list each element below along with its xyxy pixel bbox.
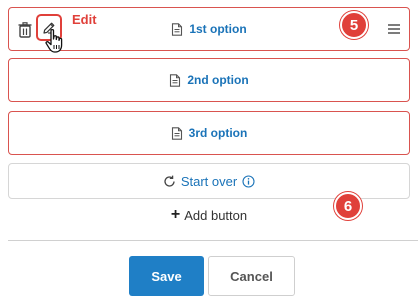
option-content: 3rd option — [9, 112, 409, 154]
option-row-3[interactable]: 3rd option — [8, 111, 410, 155]
step-badge-6: 6 — [334, 192, 362, 220]
document-icon — [170, 73, 181, 87]
document-icon — [172, 22, 183, 36]
option-label: 3rd option — [188, 126, 248, 140]
cancel-button[interactable]: Cancel — [208, 256, 295, 296]
option-label: 1st option — [189, 22, 247, 36]
info-icon[interactable] — [242, 174, 255, 188]
add-button-label: Add button — [184, 207, 248, 223]
document-icon — [171, 126, 182, 140]
plus-icon: + — [170, 206, 181, 223]
divider — [8, 240, 418, 241]
refresh-icon — [164, 175, 175, 187]
save-button[interactable]: Save — [129, 256, 204, 296]
drag-handle-icon[interactable] — [387, 23, 401, 35]
step-badge-5: 5 — [340, 11, 368, 39]
option-label: 2nd option — [187, 73, 249, 87]
edit-caption: Edit — [72, 12, 97, 27]
start-over-label: Start over — [180, 173, 238, 189]
option-content: 2nd option — [9, 59, 409, 101]
option-row-2[interactable]: 2nd option — [8, 58, 410, 102]
hand-pointer-icon — [45, 28, 63, 53]
